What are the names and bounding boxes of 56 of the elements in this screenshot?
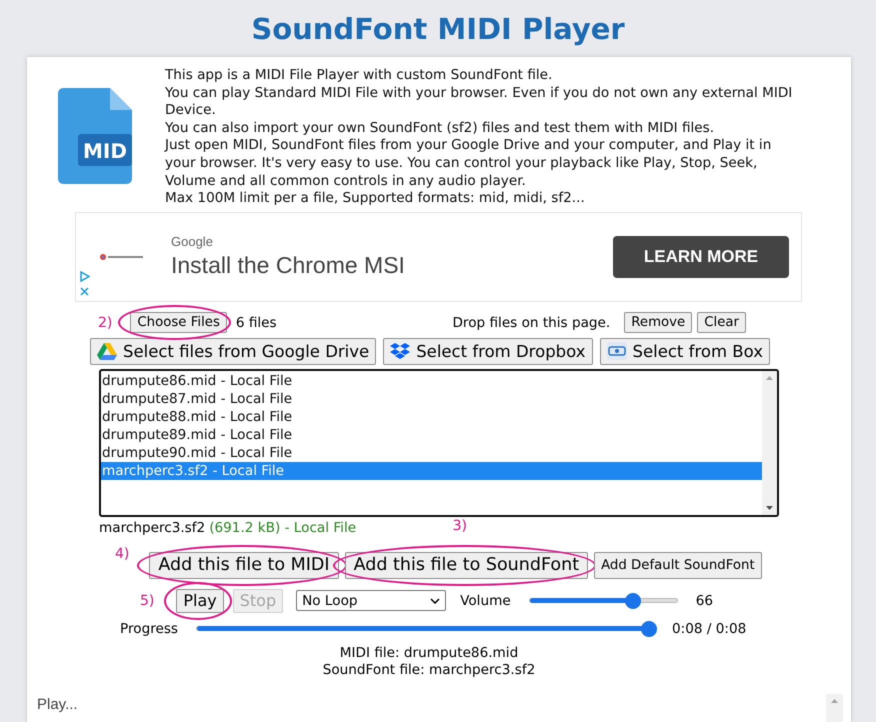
file-list-item[interactable]: drumpute88.mid - Local File	[101, 408, 762, 426]
callout-number: 4)	[115, 546, 130, 562]
ad-advertiser: Google	[171, 234, 214, 250]
intro-text: Max 100M limit per a file, Supported formats: mid, midi, sf2...	[165, 190, 586, 208]
volume-value: 66	[696, 592, 713, 609]
cloud-button[interactable]: Select from Box	[600, 338, 770, 365]
file-list-item[interactable]: marchperc3.sf2 - Local File	[101, 462, 762, 480]
progress-label: Progress	[120, 620, 178, 637]
play-button[interactable]: Play	[176, 588, 224, 613]
intro-text: Just open MIDI, SoundFont files from your Google Drive and your computer, and Play it in your browser. It's very easy to use. You can control your playback like Play, Stop, Seek, Volume and all common controls in any audio player.	[165, 137, 772, 190]
learn-more-button[interactable]: LEARN MORE	[613, 236, 789, 278]
page-title: SoundFont MIDI Player	[250, 10, 626, 48]
cloud-button[interactable]: Select from Dropbox	[383, 338, 592, 365]
close-icon	[79, 286, 90, 297]
intro-text: This app is a MIDI File Player with custom SoundFont file.	[165, 67, 554, 85]
dropbox-icon	[390, 342, 410, 360]
callout-number: 2)	[98, 314, 112, 331]
scroll-down-icon	[766, 506, 773, 510]
volume-label: Volume	[460, 592, 511, 609]
add-file-button[interactable]: Add this file to SoundFont	[344, 552, 588, 579]
file-list[interactable]: drumpute86.mid - Local File drumpute87.mid - Local File drumpute88.mid - Local File drumpute89.mid - Local File drumpute90.mid - Local File marchperc3.sf2 - Local File	[99, 368, 779, 517]
intro-text: You can also import your own SoundFont (sf2) files and test them with MIDI files.	[165, 120, 716, 138]
file-detail: (691.2 kB) - Local File	[209, 520, 356, 536]
callout-number: 3)	[452, 518, 467, 534]
loaded-file-text: MIDI file: drumpute86.mid	[340, 644, 518, 662]
file-list-item[interactable]: drumpute87.mid - Local File	[101, 390, 762, 408]
slider-thumb[interactable]	[624, 593, 641, 610]
cloud-button[interactable]: Select files from Google Drive	[90, 338, 376, 365]
file-list-item[interactable]: drumpute86.mid - Local File	[101, 372, 762, 390]
slider-thumb[interactable]	[641, 621, 658, 638]
add-file-button[interactable]: Add this file to MIDI	[149, 552, 339, 579]
intro-text: You can play Standard MIDI File with your browser. Even if you do not own any external MIDI Device.	[165, 84, 794, 120]
choose-files-button[interactable]: Choose Files	[130, 312, 227, 334]
callout-number: 5)	[140, 592, 154, 609]
file-count: 6 files	[236, 314, 277, 331]
log-text: Play...	[37, 696, 78, 715]
remove-button[interactable]: Remove	[624, 312, 692, 334]
icon-label: MID	[83, 139, 127, 163]
add-file-button[interactable]: Add Default SoundFont	[594, 552, 762, 579]
file-name: marchperc3.sf2	[99, 520, 206, 536]
caret-icon	[430, 598, 440, 604]
playback-time: 0:08 / 0:08	[672, 620, 746, 637]
ad-headline: Install the Chrome MSI	[171, 252, 406, 280]
box-icon	[606, 342, 626, 360]
drive-icon	[97, 342, 117, 360]
ad-choices-icon	[79, 270, 90, 282]
file-list-item[interactable]: drumpute89.mid - Local File	[101, 426, 762, 444]
file-icon	[58, 88, 132, 184]
drop-hint: Drop files on this page.	[452, 314, 610, 331]
scroll-up-icon	[831, 698, 838, 703]
file-list-item[interactable]: drumpute90.mid - Local File	[101, 444, 762, 462]
clear-button[interactable]: Clear	[697, 312, 746, 334]
chrome-logo-icon	[100, 252, 144, 261]
loop-dropdown[interactable]: No Loop	[296, 590, 446, 612]
loaded-file-text: SoundFont file: marchperc3.sf2	[322, 662, 536, 679]
scroll-up-icon	[766, 376, 773, 380]
